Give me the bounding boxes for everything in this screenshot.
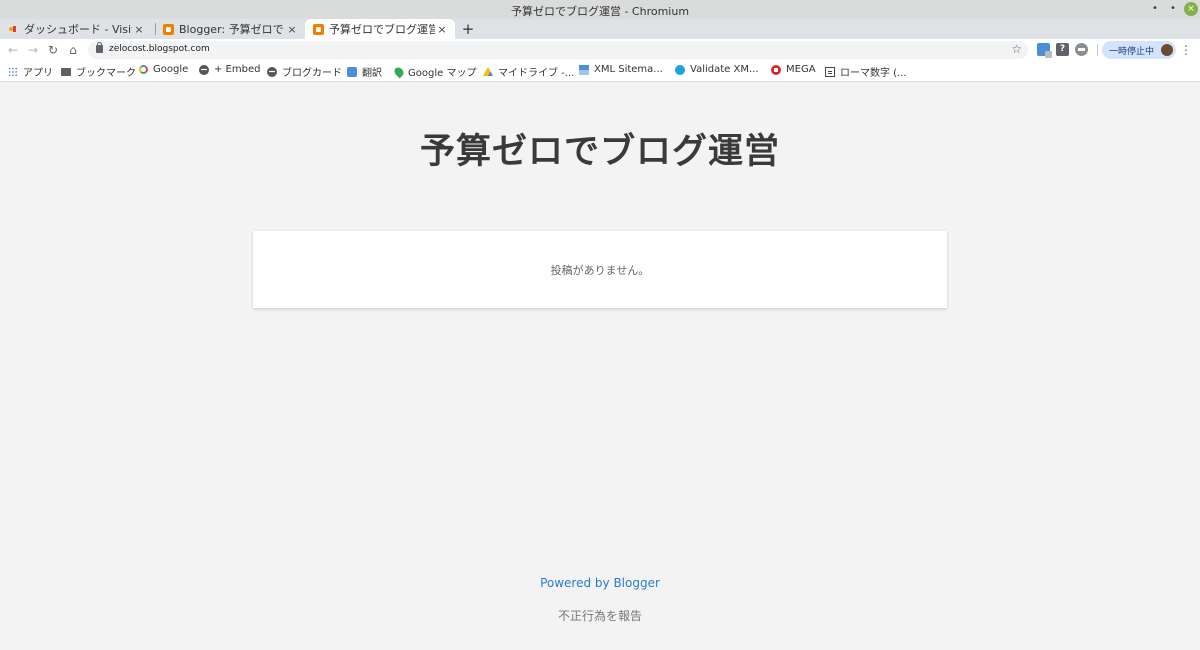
tab-dashboard[interactable]: ダッシュボード - Visitors × — [0, 19, 152, 39]
pause-extension-icon[interactable] — [1075, 43, 1088, 56]
bookmark-label: Google マップ — [408, 68, 477, 79]
bookmark-label: MEGA — [786, 64, 816, 75]
bookmark-star-icon[interactable]: ☆ — [1011, 42, 1022, 56]
forward-button[interactable]: → — [24, 41, 42, 59]
bookmark-label: ブックマーク — [76, 68, 136, 79]
blogger-favicon-icon — [313, 23, 324, 35]
report-abuse-link[interactable]: 不正行為を報告 — [0, 607, 1200, 624]
bookmark-label: マイドライブ -... — [498, 68, 575, 79]
mega-icon — [771, 64, 781, 75]
posts-container: 投稿がありません。 — [253, 231, 947, 308]
globe-icon — [267, 66, 277, 77]
lock-icon[interactable] — [96, 42, 103, 53]
tab-close-icon[interactable]: × — [132, 23, 146, 36]
reload-button[interactable]: ↻ — [44, 41, 62, 59]
browser-toolbar: ← → ↻ ⌂ zelocost.blogspot.com ☆ ? 一時停止中 … — [0, 39, 1200, 61]
bookmark-apps[interactable]: アプリ — [8, 64, 53, 79]
folder-icon — [61, 67, 71, 76]
no-posts-message: 投稿がありません。 — [550, 264, 650, 277]
validate-icon — [675, 64, 685, 75]
tab-close-icon[interactable]: × — [285, 23, 299, 36]
maps-icon — [392, 65, 406, 78]
new-tab-button[interactable]: + — [461, 20, 475, 38]
url-text[interactable]: zelocost.blogspot.com — [109, 44, 210, 54]
bookmark-my-drive[interactable]: マイドライブ -... — [483, 64, 574, 79]
tab-blog-active[interactable]: 予算ゼロでブログ運営 × — [305, 19, 455, 39]
tab-strip: ダッシュボード - Visitors × Blogger: 予算ゼロでブロ × … — [0, 19, 1200, 39]
bookmark-label: ブログカード — [282, 68, 342, 79]
window-title: 予算ゼロでブログ運営 - Chromium — [510, 5, 690, 18]
bookmark-google-maps[interactable]: Google マップ — [392, 64, 477, 79]
google-icon — [139, 65, 148, 74]
bookmark-google[interactable]: Google — [139, 64, 188, 75]
bookmark-blogcard[interactable]: ブログカード — [267, 64, 342, 79]
bookmark-label: アプリ — [23, 68, 53, 79]
powered-by-blogger-link[interactable]: Powered by Blogger — [0, 576, 1200, 590]
bookmark-embed[interactable]: + Embed — [199, 64, 260, 75]
clipboard-icon — [825, 66, 835, 77]
window-titlebar: 予算ゼロでブログ運営 - Chromium • • × — [0, 0, 1200, 19]
maximize-button[interactable]: • — [1166, 2, 1180, 16]
blogger-favicon-icon — [163, 23, 174, 35]
address-bar[interactable]: zelocost.blogspot.com ☆ — [88, 41, 1028, 59]
dashboard-favicon-icon — [8, 24, 19, 35]
blog-title[interactable]: 予算ゼロでブログ運営 — [0, 123, 1200, 174]
tab-label: Blogger: 予算ゼロでブロ — [179, 23, 285, 36]
blog-page: 予算ゼロでブログ運営 投稿がありません。 Powered by Blogger … — [0, 83, 1200, 650]
close-window-button[interactable]: × — [1184, 2, 1198, 16]
bookmark-label: + Embed — [214, 64, 261, 75]
translate-extension-icon[interactable] — [1037, 43, 1052, 58]
toolbar-separator — [1097, 44, 1098, 56]
bookmarks-bar: アプリ ブックマーク Google + Embed ブログカード 翻訳 Goog… — [0, 61, 1200, 82]
tab-label: ダッシュボード - Visitors — [24, 23, 132, 36]
bookmark-label: XML Sitema... — [594, 64, 663, 75]
bookmark-mega[interactable]: MEGA — [771, 64, 816, 75]
tab-blogger-admin[interactable]: Blogger: 予算ゼロでブロ × — [155, 19, 305, 39]
bookmark-roman-numerals[interactable]: ローマ数字 (... — [825, 64, 907, 79]
browser-menu-button[interactable]: ⋮ — [1180, 42, 1192, 58]
profile-status-label: 一時停止中 — [1109, 47, 1155, 57]
drive-icon — [483, 67, 493, 76]
help-extension-icon[interactable]: ? — [1056, 43, 1069, 56]
tab-label: 予算ゼロでブログ運営 — [329, 23, 435, 36]
translate-icon — [347, 66, 357, 77]
back-button[interactable]: ← — [4, 41, 22, 59]
globe-icon — [199, 64, 209, 75]
bookmark-label: 翻訳 — [362, 68, 382, 79]
profile-button[interactable]: 一時停止中 — [1102, 41, 1176, 59]
sitemap-icon — [579, 64, 589, 75]
minimize-button[interactable]: • — [1148, 2, 1162, 16]
bookmark-validate-xml[interactable]: Validate XM... — [675, 64, 759, 75]
tab-close-icon[interactable]: × — [435, 23, 449, 36]
bookmark-label: Google — [153, 64, 189, 75]
bookmark-translate[interactable]: 翻訳 — [347, 64, 382, 79]
bookmark-folder[interactable]: ブックマーク — [61, 64, 136, 79]
avatar — [1161, 44, 1173, 56]
apps-icon — [8, 66, 18, 77]
bookmark-xml-sitemap[interactable]: XML Sitema... — [579, 64, 663, 75]
bookmark-label: ローマ数字 (... — [840, 68, 907, 79]
bookmark-label: Validate XM... — [690, 64, 759, 75]
home-button[interactable]: ⌂ — [64, 41, 82, 59]
